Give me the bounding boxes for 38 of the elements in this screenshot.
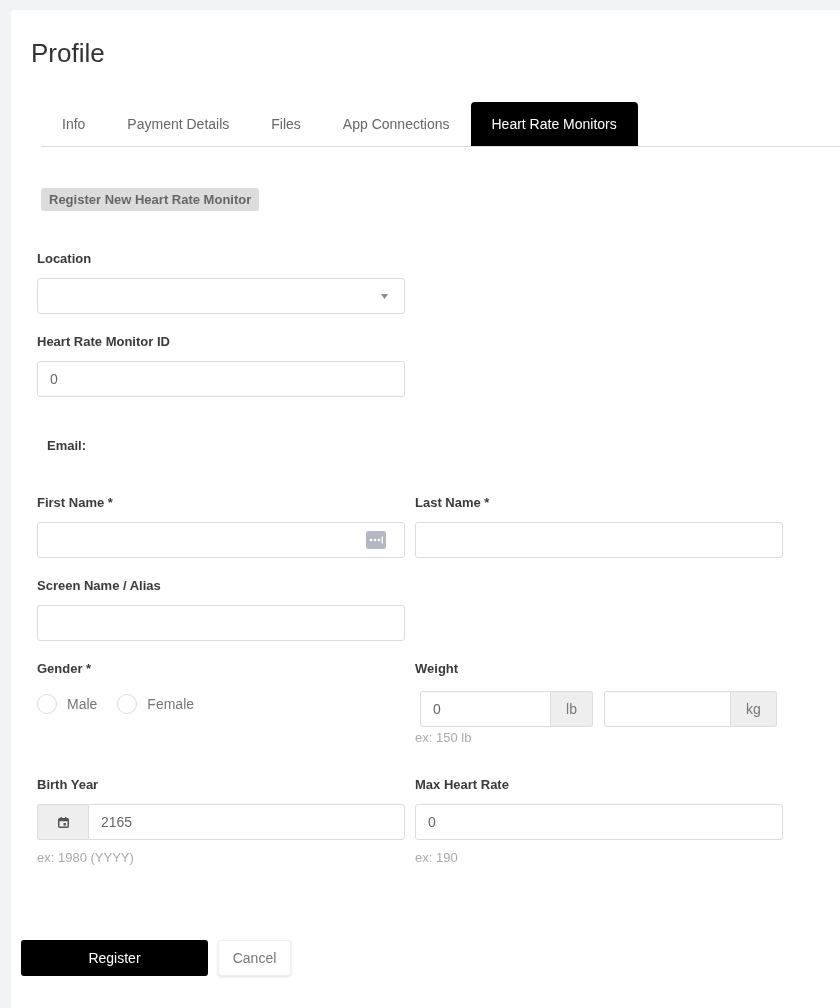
input-field[interactable] [37, 522, 405, 558]
field-label: Birth Year [37, 776, 100, 794]
tab[interactable]: Info [41, 102, 107, 146]
field-label: First Name * [37, 494, 114, 512]
register-button[interactable]: Register [21, 940, 208, 976]
input-field[interactable]: 0 [420, 691, 551, 727]
radio-label[interactable]: Male [67, 694, 98, 714]
field-label: Last Name * [415, 494, 491, 512]
field-label: Heart Rate Monitor ID [37, 333, 171, 351]
input-field[interactable] [37, 605, 405, 641]
input-field[interactable]: 2165 [88, 804, 405, 840]
unit-addon: kg [731, 691, 777, 727]
page-title: Profile [31, 37, 105, 69]
field-label: Max Heart Rate [415, 776, 510, 794]
input-field[interactable] [415, 522, 783, 558]
tab[interactable]: Files [250, 102, 322, 146]
hint-text: ex: 1980 (YYYY) [37, 850, 135, 866]
field-label: Location [37, 250, 93, 268]
input-field[interactable]: 0 [37, 361, 405, 397]
field-label: Weight [415, 660, 460, 678]
unit-addon: lb [551, 691, 593, 727]
field-label: Screen Name / Alias [37, 577, 162, 595]
cancel-button[interactable]: Cancel [218, 940, 291, 976]
radio-label[interactable]: Female [147, 694, 195, 714]
tab[interactable]: Payment Details [106, 102, 251, 146]
hint-text: ex: 190 [415, 850, 459, 866]
email-label: Email: [47, 437, 86, 455]
input-field[interactable] [604, 691, 731, 727]
location-dropdown[interactable] [37, 278, 405, 314]
calendar-icon [57, 816, 69, 828]
field-label: Gender * [37, 660, 93, 678]
hint-text: ex: 150 lb [415, 730, 473, 746]
tab[interactable]: Heart Rate Monitors [470, 102, 638, 146]
caret-icon [381, 294, 388, 299]
password-manager-icon[interactable] [366, 531, 386, 549]
tab[interactable]: App Connections [321, 102, 471, 146]
input-field[interactable]: 0 [415, 804, 783, 840]
section-badge: Register New Heart Rate Monitor [41, 188, 260, 211]
